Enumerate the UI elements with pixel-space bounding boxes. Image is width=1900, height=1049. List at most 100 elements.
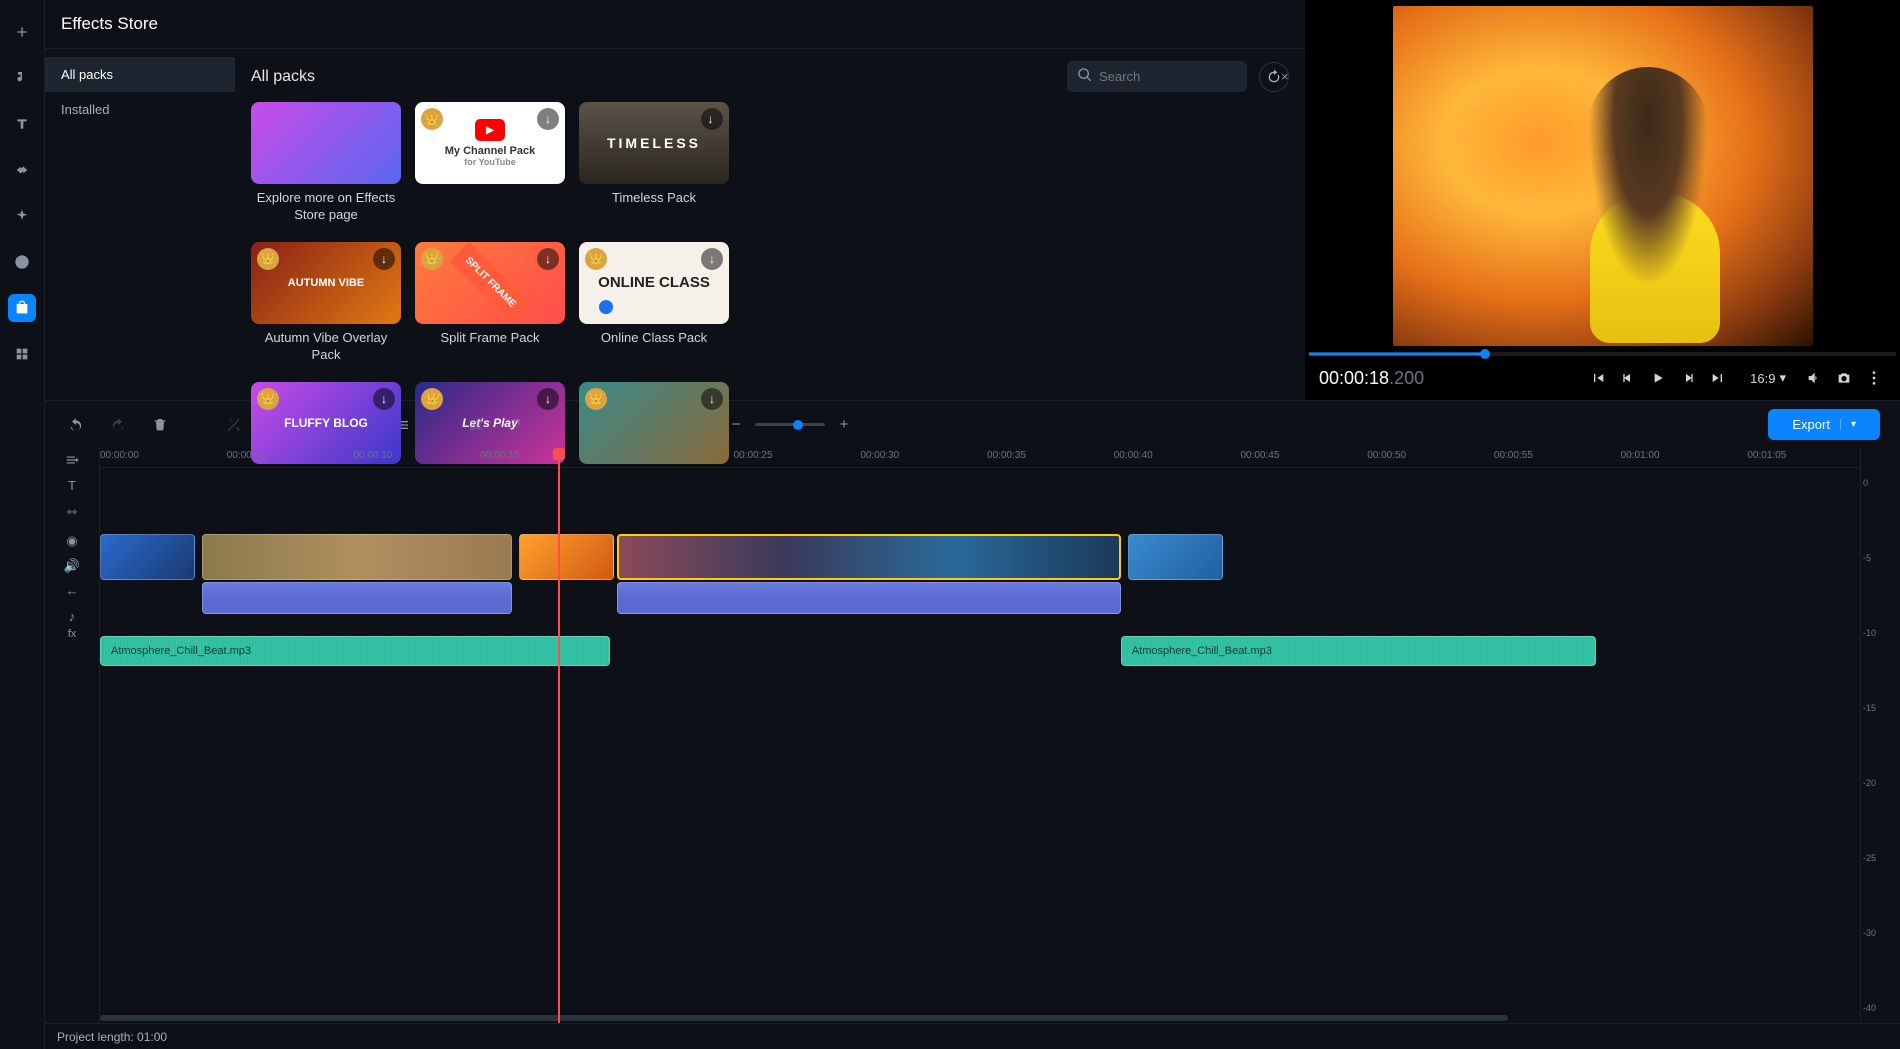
aspect-ratio-select[interactable]: 16:9 ▾ <box>1750 370 1786 386</box>
download-icon[interactable]: ↓ <box>537 108 559 130</box>
timeline: T ⇿ ◉ 🔊 ← ♪ fx 00:00:0000:00:0500:00:100… <box>45 448 1900 1023</box>
packs-title: All packs <box>251 68 315 86</box>
chevron-down-icon: ▾ <box>1779 370 1786 386</box>
download-icon[interactable]: ↓ <box>701 108 723 130</box>
status-bar: Project length: 01:00 <box>45 1023 1900 1049</box>
zoom-in-button[interactable]: + <box>833 414 855 436</box>
step-forward-button[interactable] <box>1676 366 1700 390</box>
elements-icon[interactable] <box>8 340 36 368</box>
video-track[interactable] <box>100 534 1860 616</box>
refresh-button[interactable] <box>1259 62 1289 92</box>
preview-scrubber[interactable] <box>1309 352 1896 356</box>
add-track-button[interactable] <box>45 450 99 470</box>
eye-icon[interactable]: ◉ <box>66 533 77 549</box>
video-clip[interactable] <box>1128 534 1223 580</box>
delete-button[interactable] <box>149 414 171 436</box>
link-icon[interactable]: ← <box>66 583 79 598</box>
zoom-slider[interactable]: − + <box>725 414 855 436</box>
download-icon[interactable]: ↓ <box>373 248 395 270</box>
audio-track-head[interactable]: ♪ fx <box>45 606 99 642</box>
premium-badge-icon: 👑 <box>257 248 279 270</box>
ruler-tick: 00:00:55 <box>1494 450 1533 461</box>
pack-thumb[interactable] <box>251 102 401 184</box>
text-icon[interactable] <box>8 110 36 138</box>
ruler-tick: 00:00:25 <box>734 450 773 461</box>
plus-icon[interactable] <box>8 18 36 46</box>
premium-badge-icon: 👑 <box>585 248 607 270</box>
pack-thumb[interactable]: ↓TIMELESS <box>579 102 729 184</box>
search-input[interactable] <box>1099 69 1275 84</box>
pack-thumb[interactable]: 👑↓ONLINE CLASS <box>579 242 729 324</box>
download-icon[interactable]: ↓ <box>537 388 559 410</box>
pack-label: Autumn Vibe Overlay Pack <box>251 330 401 364</box>
ruler-tick: 00:00:00 <box>100 450 139 461</box>
playhead[interactable] <box>558 448 560 1023</box>
cut-button[interactable] <box>223 414 245 436</box>
sparkle-icon[interactable] <box>8 202 36 230</box>
pack-thumb[interactable]: 👑↓▶My Channel Packfor YouTube <box>415 102 565 184</box>
ruler-tick: 00:00:40 <box>1114 450 1153 461</box>
redo-button[interactable] <box>107 414 129 436</box>
sidebar-tools <box>0 0 45 1049</box>
preview-frame[interactable] <box>1393 6 1813 346</box>
meter-db-label: -10 <box>1863 628 1898 638</box>
browser-title: Effects Store <box>45 0 1305 48</box>
timecode: 00:00:18.200 <box>1319 368 1424 389</box>
pack-card-timeless[interactable]: ↓TIMELESSTimeless Pack <box>579 102 729 224</box>
category-all-packs[interactable]: All packs <box>45 57 235 92</box>
clock-icon[interactable] <box>8 248 36 276</box>
download-icon[interactable]: ↓ <box>701 248 723 270</box>
video-clip[interactable] <box>617 534 1120 580</box>
volume-meter: 0-5-10-15-20-25-30-40 <box>1860 448 1900 1023</box>
pack-card-explore[interactable]: Explore more on Effects Store page <box>251 102 401 224</box>
speaker-icon[interactable]: 🔊 <box>64 558 80 574</box>
premium-badge-icon: 👑 <box>421 248 443 270</box>
transitions-icon[interactable] <box>8 156 36 184</box>
marker-button[interactable] <box>507 414 529 436</box>
transition-button[interactable] <box>465 414 487 436</box>
time-ruler[interactable]: 00:00:0000:00:0500:00:1000:00:1500:00:20… <box>100 448 1860 468</box>
music-clip[interactable]: Atmosphere_Chill_Beat.mp3 <box>1121 636 1596 666</box>
music-track[interactable]: Atmosphere_Chill_Beat.mp3 Atmosphere_Chil… <box>100 636 1860 668</box>
video-clip[interactable] <box>100 534 195 580</box>
video-track-head[interactable]: ◉ 🔊 ← <box>45 524 99 606</box>
timeline-scrollbar[interactable] <box>100 1013 1860 1023</box>
category-installed[interactable]: Installed <box>45 92 235 127</box>
download-icon[interactable]: ↓ <box>537 248 559 270</box>
video-clip[interactable] <box>202 534 512 580</box>
snapshot-button[interactable] <box>1832 366 1856 390</box>
more-button[interactable] <box>1862 366 1886 390</box>
pack-card-channel[interactable]: 👑↓▶My Channel Packfor YouTube <box>415 102 565 224</box>
volume-button[interactable] <box>1802 366 1826 390</box>
skip-end-button[interactable] <box>1706 366 1730 390</box>
music-icon[interactable] <box>8 64 36 92</box>
download-icon[interactable]: ↓ <box>701 388 723 410</box>
download-icon[interactable]: ↓ <box>373 388 395 410</box>
premium-badge-icon: 👑 <box>257 388 279 410</box>
video-clip[interactable] <box>519 534 614 580</box>
pack-card-split[interactable]: 👑↓SPLIT FRAMESplit Frame Pack <box>415 242 565 364</box>
ruler-tick: 00:00:45 <box>1240 450 1279 461</box>
bag-icon[interactable] <box>8 294 36 322</box>
preview-viewport <box>1305 0 1900 352</box>
meter-db-label: -40 <box>1863 1003 1898 1013</box>
play-button[interactable] <box>1646 366 1670 390</box>
pack-thumb[interactable]: 👑↓SPLIT FRAME <box>415 242 565 324</box>
pack-thumb[interactable]: 👑↓AUTUMN VIBE <box>251 242 401 324</box>
link-track-head[interactable]: ⇿ <box>45 500 99 524</box>
text-track-head[interactable]: T <box>45 470 99 500</box>
skip-start-button[interactable] <box>1586 366 1610 390</box>
pack-card-online[interactable]: 👑↓ONLINE CLASSOnline Class Pack <box>579 242 729 364</box>
step-back-button[interactable] <box>1616 366 1640 390</box>
music-clip[interactable]: Atmosphere_Chill_Beat.mp3 <box>100 636 610 666</box>
pack-card-autumn[interactable]: 👑↓AUTUMN VIBEAutumn Vibe Overlay Pack <box>251 242 401 364</box>
meter-db-label: -25 <box>1863 853 1898 863</box>
undo-button[interactable] <box>65 414 87 436</box>
linked-audio-clip[interactable] <box>202 582 512 614</box>
ruler-tick: 00:00:05 <box>227 450 266 461</box>
ruler-tick: 00:00:35 <box>987 450 1026 461</box>
linked-audio-clip[interactable] <box>617 582 1120 614</box>
pack-label: Explore more on Effects Store page <box>251 190 401 224</box>
search-box[interactable]: × <box>1067 61 1247 92</box>
export-button[interactable]: Export ▾ <box>1768 409 1880 440</box>
